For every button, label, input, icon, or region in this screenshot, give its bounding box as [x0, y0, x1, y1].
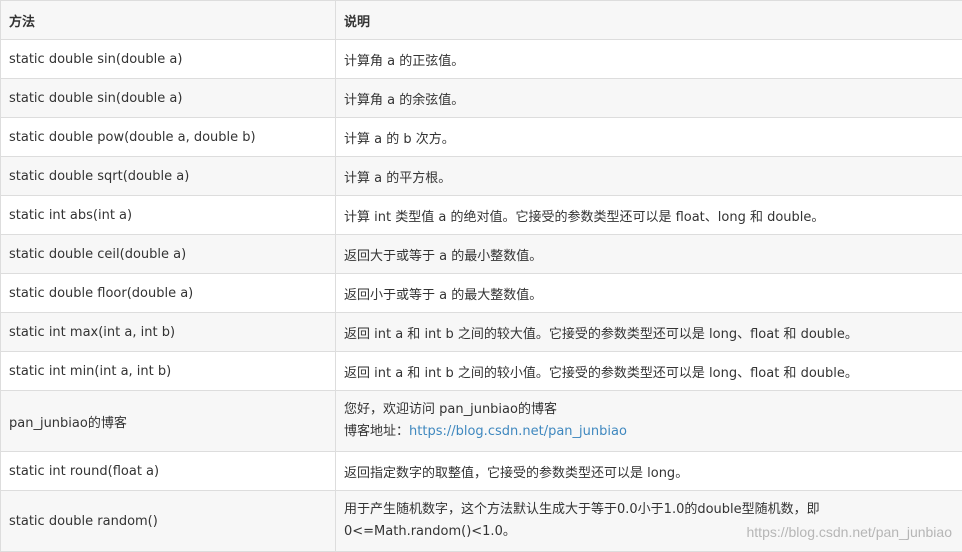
description-cell: 用于产生随机数字，这个方法默认生成大于等于0.0小于1.0的double型随机数… — [335, 490, 962, 552]
description-cell: 计算 a 的 b 次方。 — [335, 117, 962, 157]
table-row: static int min(int a, int b) 返回 int a 和 … — [0, 351, 962, 391]
column-header-description: 说明 — [335, 0, 962, 40]
description-cell: 返回 int a 和 int b 之间的较小值。它接受的参数类型还可以是 lon… — [335, 351, 962, 391]
description-cell: 返回 int a 和 int b 之间的较大值。它接受的参数类型还可以是 lon… — [335, 312, 962, 352]
table-row: static double floor(double a) 返回小于或等于 a … — [0, 273, 962, 313]
table-row: static int max(int a, int b) 返回 int a 和 … — [0, 312, 962, 352]
blog-address-line: 博客地址：https://blog.csdn.net/pan_junbiao — [344, 421, 954, 443]
column-header-method: 方法 — [0, 0, 336, 40]
table-row: pan_junbiao的博客 您好，欢迎访问 pan_junbiao的博客 博客… — [0, 390, 962, 452]
blog-address-label: 博客地址： — [344, 424, 410, 439]
description-cell: 返回小于或等于 a 的最大整数值。 — [335, 273, 962, 313]
method-cell: static int min(int a, int b) — [0, 351, 336, 391]
method-cell: static double floor(double a) — [0, 273, 336, 313]
description-cell: 计算角 a 的余弦值。 — [335, 78, 962, 118]
watermark: https://blog.csdn.net/pan_junbiao — [746, 524, 953, 540]
table-row: static int abs(int a) 计算 int 类型值 a 的绝对值。… — [0, 195, 962, 235]
description-cell: 计算角 a 的正弦值。 — [335, 39, 962, 79]
table-row: static int round(float a) 返回指定数字的取整值，它接受… — [0, 451, 962, 491]
method-cell: static double sin(double a) — [0, 39, 336, 79]
table-header-row: 方法 说明 — [0, 0, 962, 40]
methods-table: 方法 说明 static double sin(double a) 计算角 a … — [0, 0, 962, 552]
method-cell: static double random() — [0, 490, 336, 552]
table-row: static double pow(double a, double b) 计算… — [0, 117, 962, 157]
table-row: static double sin(double a) 计算角 a 的余弦值。 — [0, 78, 962, 118]
blog-link[interactable]: https://blog.csdn.net/pan_junbiao — [409, 424, 627, 439]
description-cell: 您好，欢迎访问 pan_junbiao的博客 博客地址：https://blog… — [335, 390, 962, 452]
table-row: static double random() 用于产生随机数字，这个方法默认生成… — [0, 490, 962, 552]
description-cell: 计算 int 类型值 a 的绝对值。它接受的参数类型还可以是 float、lon… — [335, 195, 962, 235]
description-line: 用于产生随机数字，这个方法默认生成大于等于0.0小于1.0的double型随机数… — [344, 502, 820, 517]
method-cell: static int abs(int a) — [0, 195, 336, 235]
table-row: static double sin(double a) 计算角 a 的正弦值。 — [0, 39, 962, 79]
method-cell: pan_junbiao的博客 — [0, 390, 336, 452]
table-row: static double sqrt(double a) 计算 a 的平方根。 — [0, 156, 962, 196]
method-cell: static double pow(double a, double b) — [0, 117, 336, 157]
method-cell: static double ceil(double a) — [0, 234, 336, 274]
method-cell: static int round(float a) — [0, 451, 336, 491]
method-cell: static int max(int a, int b) — [0, 312, 336, 352]
method-cell: static double sin(double a) — [0, 78, 336, 118]
blog-greeting: 您好，欢迎访问 pan_junbiao的博客 — [344, 402, 557, 417]
description-cell: 返回指定数字的取整值，它接受的参数类型还可以是 long。 — [335, 451, 962, 491]
description-cell: 返回大于或等于 a 的最小整数值。 — [335, 234, 962, 274]
description-cell: 计算 a 的平方根。 — [335, 156, 962, 196]
method-cell: static double sqrt(double a) — [0, 156, 336, 196]
table-row: static double ceil(double a) 返回大于或等于 a 的… — [0, 234, 962, 274]
